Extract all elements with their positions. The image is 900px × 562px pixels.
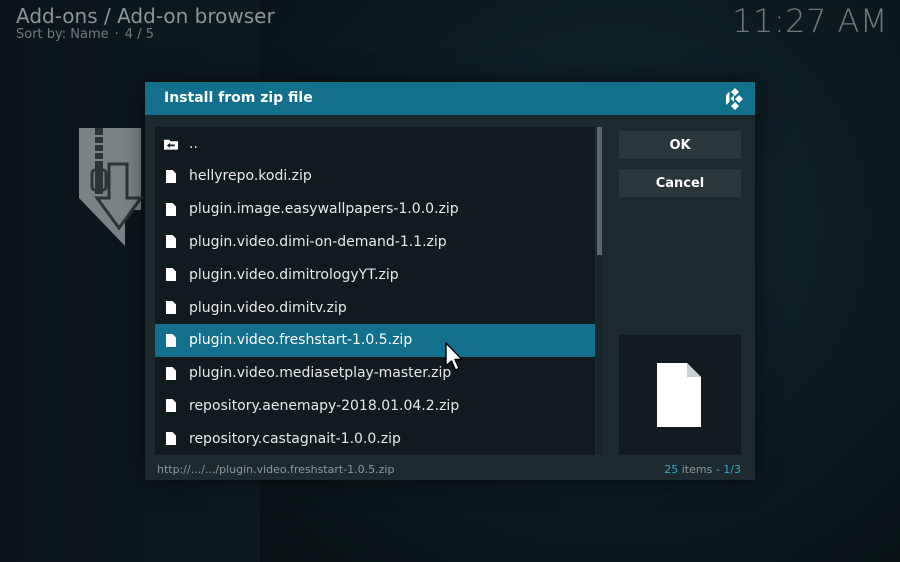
page-title: Add-ons / Add-on browser xyxy=(16,4,275,28)
file-icon xyxy=(164,332,178,348)
file-icon xyxy=(164,267,178,283)
file-list-item[interactable]: plugin.video.mediasetplay-master.zip xyxy=(155,357,595,390)
file-list-item[interactable]: plugin.image.easywallpapers-1.0.0.zip xyxy=(155,193,595,226)
sort-label: Sort by: Name xyxy=(16,27,109,42)
cancel-button[interactable]: Cancel xyxy=(619,169,741,197)
file-list-item[interactable]: plugin.video.dimitrologyYT.zip xyxy=(155,258,595,291)
file-name: plugin.image.easywallpapers-1.0.0.zip xyxy=(189,201,459,218)
file-name: plugin.video.freshstart-1.0.5.zip xyxy=(189,332,413,349)
ok-button[interactable]: OK xyxy=(619,131,741,159)
file-list-item[interactable]: hellyrepo.kodi.zip xyxy=(155,160,595,193)
item-count: 25 items - 1/3 xyxy=(664,463,741,476)
file-name: repository.castagnait-1.0.0.zip xyxy=(189,430,401,447)
file-list-item[interactable]: plugin.video.dimi-on-demand-1.1.zip xyxy=(155,225,595,258)
file-list-item[interactable]: plugin.video.freshstart-1.0.5.zip xyxy=(155,323,595,357)
file-icon xyxy=(164,431,178,447)
scrollbar[interactable] xyxy=(597,127,602,455)
dialog-header: Install from zip file xyxy=(145,82,755,115)
install-zip-dialog: Install from zip file .. hellyrepo.kodi.z… xyxy=(145,82,755,480)
item-count-label: items - xyxy=(681,463,724,476)
scrollbar-thumb[interactable] xyxy=(597,127,602,255)
folder-back-icon xyxy=(164,136,178,152)
file-preview-icon xyxy=(657,363,701,427)
page-number: 1/3 xyxy=(723,463,741,476)
dialog-title: Install from zip file xyxy=(164,90,313,106)
file-list-item[interactable]: repository.aenemapy-2018.01.04.2.zip xyxy=(155,389,595,422)
file-name: hellyrepo.kodi.zip xyxy=(189,168,312,185)
item-count-number: 25 xyxy=(664,463,679,476)
file-icon xyxy=(164,398,178,414)
file-icon xyxy=(164,168,178,184)
file-name: plugin.video.dimitv.zip xyxy=(189,299,347,316)
file-icon xyxy=(164,201,178,217)
page-indicator: 4 / 5 xyxy=(124,27,154,42)
file-name: plugin.video.dimitrologyYT.zip xyxy=(189,266,399,283)
file-list[interactable]: .. hellyrepo.kodi.zip plugin.image.easywal… xyxy=(155,127,595,455)
file-icon xyxy=(164,365,178,381)
file-preview xyxy=(619,335,741,455)
file-list-item[interactable]: .. xyxy=(155,127,595,160)
file-icon xyxy=(164,300,178,316)
file-list-item[interactable]: repository.castagnait-1.0.0.zip xyxy=(155,422,595,455)
file-name: .. xyxy=(189,135,198,152)
kodi-logo-icon xyxy=(726,88,743,110)
file-icon xyxy=(164,234,178,250)
clock: 11:27 AM xyxy=(732,2,888,40)
file-name: plugin.video.dimi-on-demand-1.1.zip xyxy=(189,233,447,250)
mouse-cursor-icon xyxy=(445,342,463,371)
file-list-item[interactable]: plugin.video.dimitv.zip xyxy=(155,291,595,324)
sort-info: Sort by: Name · 4 / 5 xyxy=(16,27,154,42)
zip-archive-icon xyxy=(79,128,144,246)
file-name: plugin.video.mediasetplay-master.zip xyxy=(189,365,452,382)
selected-file-path: http://.../.../plugin.video.freshstart-1… xyxy=(157,463,395,476)
file-name: repository.aenemapy-2018.01.04.2.zip xyxy=(189,397,460,414)
